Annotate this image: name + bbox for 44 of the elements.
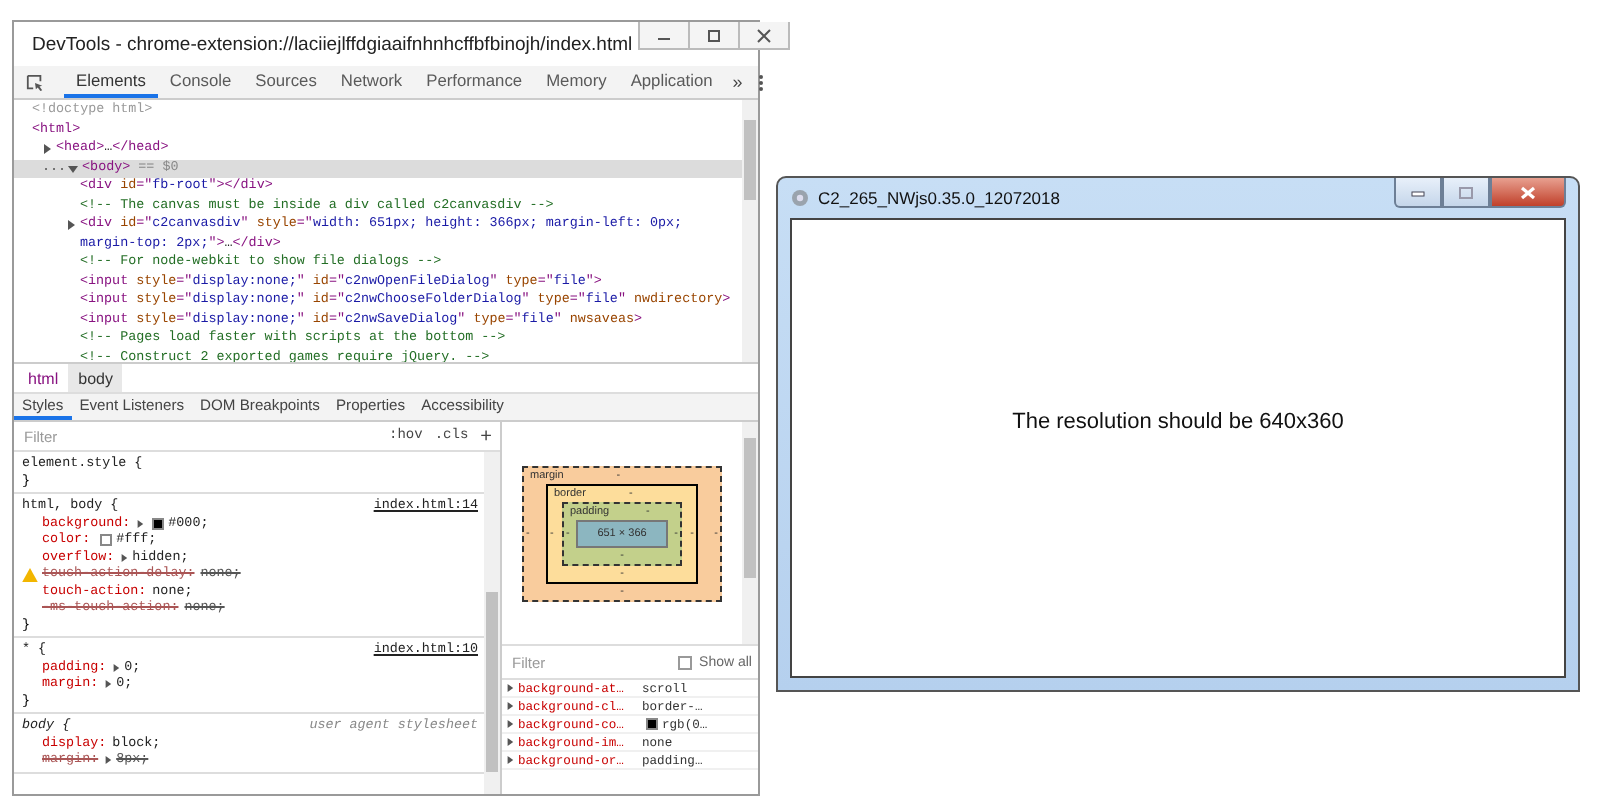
new-rule-button[interactable]: + <box>478 425 494 447</box>
devtools-tab[interactable]: Elements <box>64 66 158 98</box>
maximize-button[interactable] <box>688 22 741 50</box>
devtools-tab[interactable]: Memory <box>534 66 619 98</box>
expand-arrow-icon[interactable] <box>506 720 514 728</box>
expand-arrow-icon[interactable] <box>506 684 514 692</box>
collapse-arrow-icon[interactable] <box>68 163 79 174</box>
close-icon <box>756 27 773 43</box>
devtools-tab[interactable]: Performance <box>414 66 535 98</box>
color-swatch[interactable] <box>100 534 113 547</box>
maximize-icon <box>706 27 723 43</box>
color-swatch[interactable] <box>646 718 658 730</box>
expand-arrow-icon[interactable] <box>104 756 113 765</box>
devtools-tab[interactable]: Application <box>618 66 725 98</box>
devtools-tab[interactable]: Console <box>157 66 244 98</box>
devtools-tab[interactable]: Sources <box>243 66 329 98</box>
expand-arrow-icon[interactable] <box>42 144 52 155</box>
breadcrumb[interactable]: html <box>18 364 69 392</box>
warning-icon <box>22 567 38 582</box>
expand-arrow-icon[interactable] <box>66 220 76 231</box>
scrollbar[interactable] <box>742 100 758 362</box>
expand-arrow-icon[interactable] <box>506 738 514 746</box>
expand-arrow-icon[interactable] <box>136 519 145 528</box>
resolution-message: The resolution should be 640x360 <box>1012 410 1344 438</box>
scrollbar[interactable] <box>742 422 758 644</box>
close-icon <box>1520 185 1536 199</box>
maximize-button[interactable] <box>1442 178 1490 208</box>
expand-arrow-icon[interactable] <box>506 702 514 710</box>
expand-arrow-icon[interactable] <box>120 553 129 562</box>
checkbox[interactable] <box>677 655 692 669</box>
more-tabs-button[interactable]: » <box>724 66 751 98</box>
gear-icon <box>790 188 810 208</box>
color-swatch[interactable] <box>152 517 165 530</box>
window-title: C2_265_NWjs0.35.0_12072018 <box>818 188 1062 208</box>
devtools-tab[interactable]: Network <box>328 66 415 98</box>
window-title: DevTools - chrome-extension://laciiejlffdgiaaifnhnhcffbfbinojh/index.html <box>32 33 633 55</box>
minimize-icon <box>1410 186 1426 198</box>
close-button[interactable] <box>738 22 791 50</box>
breadcrumb[interactable]: body <box>68 364 123 392</box>
expand-arrow-icon[interactable] <box>506 756 514 764</box>
scrollbar[interactable] <box>484 452 500 794</box>
minimize-button[interactable] <box>1394 178 1442 208</box>
close-button[interactable] <box>1490 178 1566 208</box>
maximize-icon <box>1458 185 1474 199</box>
